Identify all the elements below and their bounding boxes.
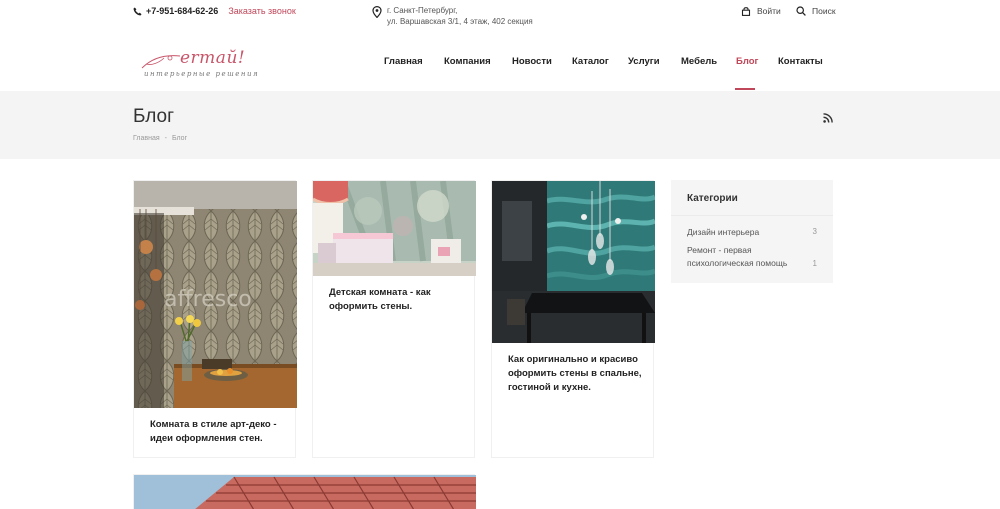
- nav-item-company[interactable]: Компания: [444, 56, 491, 67]
- breadcrumb-current: Блог: [172, 135, 188, 142]
- categories-sidebar: Категории Дизайн интерьера 3 Ремонт - пе…: [671, 180, 833, 283]
- top-bar: +7-951-684-62-26 Заказать звонок г. Санк…: [0, 0, 1000, 36]
- blog-card-image[interactable]: [492, 181, 655, 343]
- dining-room-photo: [492, 181, 655, 343]
- blog-card-title[interactable]: Детская комната - как оформить стены.: [329, 286, 464, 314]
- logo-wordmark: ermaŭ!: [180, 48, 246, 68]
- page-header-band: Блог Главная - Блог: [0, 91, 1000, 159]
- blog-card-image[interactable]: [313, 181, 476, 276]
- address-street: ул. Варшавская 3/1, 4 этаж, 402 секция: [387, 17, 533, 26]
- main-header: ermaŭ! интерьерные решения Главная Компа…: [0, 36, 1000, 91]
- category-link[interactable]: Дизайн интерьера: [687, 226, 819, 239]
- breadcrumb-separator: -: [164, 135, 167, 142]
- phone-block: +7-951-684-62-26 Заказать звонок: [133, 6, 296, 16]
- phone-icon: [133, 6, 142, 15]
- search-link[interactable]: Поиск: [796, 6, 836, 16]
- logo[interactable]: ermaŭ! интерьерные решения: [140, 48, 285, 82]
- blog-card[interactable]: affresco Комната в стиле арт-деко - идеи…: [133, 180, 297, 458]
- logo-flourish-icon: [141, 55, 181, 69]
- login-label: Войти: [757, 6, 781, 16]
- page-title: Блог: [133, 106, 175, 127]
- phone-number[interactable]: +7-951-684-62-26: [146, 6, 218, 16]
- roof-photo: [134, 475, 476, 509]
- search-icon: [796, 6, 806, 16]
- blog-card-title[interactable]: Как оригинально и красиво оформить стены…: [508, 353, 643, 395]
- blog-card[interactable]: Как оригинально и красиво оформить стены…: [491, 180, 655, 458]
- blog-card[interactable]: [133, 474, 476, 509]
- kids-room-photo: [313, 181, 476, 276]
- location-pin-icon: [372, 6, 382, 18]
- nav-item-home[interactable]: Главная: [384, 56, 423, 67]
- address-block: г. Санкт-Петербург, ул. Варшавская 3/1, …: [372, 5, 533, 27]
- lock-icon: [741, 7, 751, 16]
- blog-card-image[interactable]: affresco: [134, 181, 297, 408]
- category-count: 1: [812, 259, 817, 268]
- nav-item-blog[interactable]: Блог: [736, 56, 759, 67]
- sidebar-title: Категории: [687, 193, 738, 204]
- nav-item-catalog[interactable]: Каталог: [572, 56, 609, 67]
- breadcrumb-home[interactable]: Главная: [133, 135, 160, 142]
- nav-item-furniture[interactable]: Мебель: [681, 56, 717, 67]
- callback-link[interactable]: Заказать звонок: [228, 6, 295, 16]
- nav-item-news[interactable]: Новости: [512, 56, 552, 67]
- search-label: Поиск: [812, 6, 836, 16]
- blog-card[interactable]: Детская комната - как оформить стены.: [312, 180, 476, 458]
- category-count: 3: [812, 227, 817, 236]
- nav-item-services[interactable]: Услуги: [628, 56, 660, 67]
- address-city: г. Санкт-Петербург,: [387, 6, 458, 15]
- breadcrumb: Главная - Блог: [133, 135, 187, 142]
- login-link[interactable]: Войти: [741, 6, 781, 16]
- category-link[interactable]: Ремонт - первая психологическая помощь: [687, 244, 819, 270]
- nav-active-indicator: [735, 88, 755, 90]
- sidebar-divider: [671, 215, 833, 216]
- blog-card-image[interactable]: [134, 475, 476, 509]
- blog-card-title[interactable]: Комната в стиле арт-деко - идеи оформлен…: [150, 418, 285, 446]
- logo-tagline: интерьерные решения: [144, 70, 260, 78]
- nav-item-contacts[interactable]: Контакты: [778, 56, 823, 67]
- watermark-text: affresco: [164, 287, 252, 312]
- rss-icon[interactable]: [823, 113, 833, 123]
- artdeco-room-photo: affresco: [134, 181, 297, 408]
